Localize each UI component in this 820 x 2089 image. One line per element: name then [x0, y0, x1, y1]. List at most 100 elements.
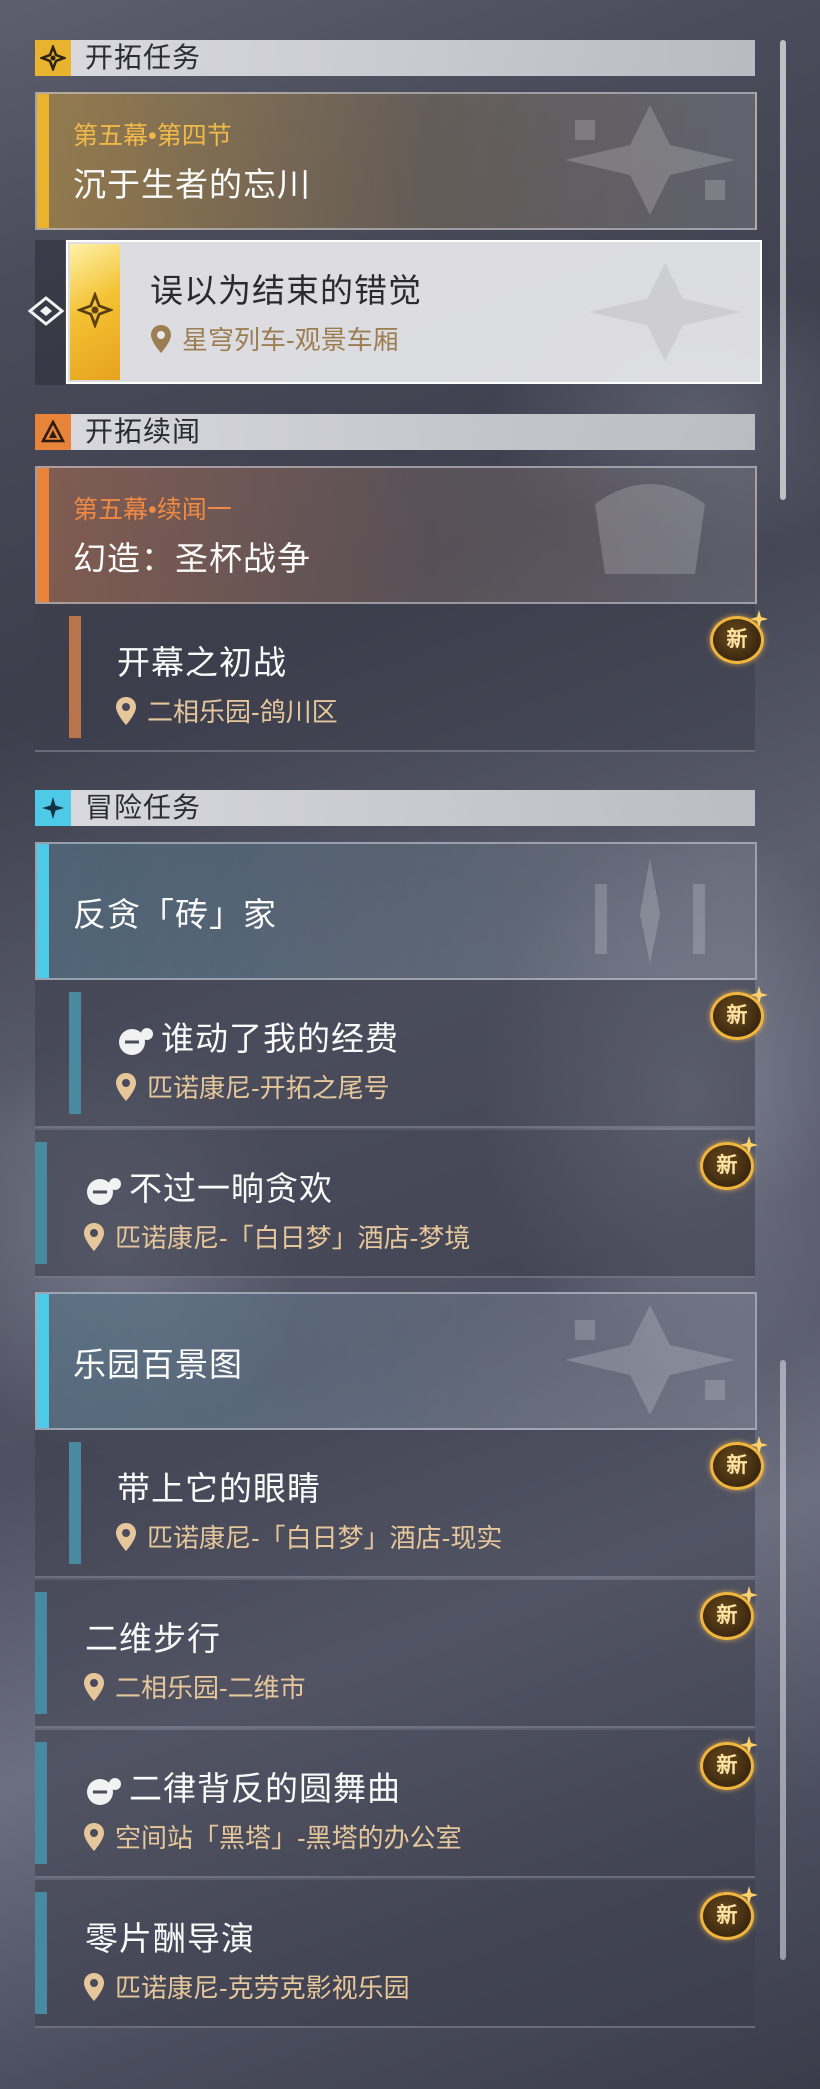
sub-mission-title: 谁动了我的经费 — [117, 1012, 399, 1060]
mission-type-icon — [119, 1028, 153, 1056]
sub-mission-title: 开幕之初战 — [117, 644, 287, 681]
trailblaze-emblem-icon — [588, 262, 742, 362]
mission-title: 零片酬导演 — [85, 1920, 255, 1957]
sub-accent-bar — [69, 616, 81, 738]
location-text: 二相乐园-二维市 — [115, 1673, 306, 1703]
scrollbar-track — [780, 1360, 786, 1960]
mission-accent-bar — [35, 1742, 47, 1864]
adventure-icon — [35, 790, 71, 826]
mission-chapter: 第五幕•第四节 — [73, 122, 232, 150]
sparkle-icon — [740, 1736, 758, 1754]
sub-accent-bar — [69, 1442, 81, 1564]
sub-accent-bar — [69, 992, 81, 1114]
location-text: 匹诺康尼-「白日梦」酒店-现实 — [147, 1523, 503, 1553]
sparkle-icon — [740, 1586, 758, 1604]
mission-accent-bar — [37, 1294, 49, 1428]
section-header-continuance: 开拓续闻 — [35, 414, 755, 450]
sub-mission-location: 匹诺康尼-「白日梦」酒店-现实 — [115, 1518, 502, 1555]
location-pin-icon — [151, 324, 171, 353]
sub-mission-location: 星穹列车-观景车厢 — [150, 320, 399, 357]
location-pin-icon — [84, 1222, 104, 1251]
sub-mission-row[interactable]: 带上它的眼睛 匹诺康尼-「白日梦」酒店-现实 — [35, 1430, 755, 1578]
mission-chapter: 第五幕•续闻一 — [73, 496, 232, 524]
continuance-icon — [35, 414, 71, 450]
selector-arrow-icon — [27, 296, 65, 326]
mission-location: 空间站「黑塔」-黑塔的办公室 — [83, 1818, 462, 1855]
new-badge: 新 — [696, 1736, 758, 1790]
mission-row[interactable]: 二维步行 二相乐园-二维市 — [35, 1580, 755, 1728]
sparkle-icon — [740, 1136, 758, 1154]
sub-mission-title: 带上它的眼睛 — [117, 1470, 321, 1507]
location-text: 二相乐园-鸽川区 — [147, 697, 338, 727]
sub-mission-row[interactable]: 谁动了我的经费 匹诺康尼-开拓之尾号 — [35, 980, 755, 1128]
scrollbar-thumb[interactable] — [780, 40, 786, 500]
active-sub-mission[interactable]: 误以为结束的错觉 星穹列车-观景车厢 — [66, 240, 762, 384]
trailblaze-emblem-icon — [565, 105, 735, 215]
mission-location: 匹诺康尼-克劳克影视乐园 — [83, 1968, 410, 2005]
section-header-trailblaze: 开拓任务 — [35, 40, 755, 76]
section-header-adventure: 冒险任务 — [35, 790, 755, 826]
mission-card-trailblaze[interactable]: 第五幕•第四节 沉于生者的忘川 — [35, 92, 757, 230]
new-badge: 新 — [696, 1586, 758, 1640]
location-pin-icon — [84, 1972, 104, 2001]
mission-accent-bar — [37, 468, 49, 602]
new-badge: 新 — [696, 1886, 758, 1940]
location-pin-icon — [84, 1822, 104, 1851]
adventure-emblem-icon — [595, 858, 705, 964]
sparkle-icon — [750, 986, 768, 1004]
mission-type-icon — [87, 1778, 121, 1806]
location-pin-icon — [84, 1672, 104, 1701]
location-text: 空间站「黑塔」-黑塔的办公室 — [115, 1823, 462, 1853]
mission-location: 二相乐园-二维市 — [83, 1668, 306, 1705]
continuance-emblem-icon — [595, 484, 705, 574]
sub-mission-location: 二相乐园-鸽川区 — [115, 692, 338, 729]
sub-mission-title-text: 谁动了我的经费 — [161, 1020, 399, 1057]
location-text: 匹诺康尼-开拓之尾号 — [147, 1073, 390, 1103]
mission-group-title: 乐园百景图 — [73, 1346, 243, 1383]
sub-mission-row[interactable]: 开幕之初战 二相乐园-鸽川区 — [35, 604, 755, 752]
new-badge: 新 — [706, 986, 768, 1040]
mission-accent-bar — [37, 844, 49, 978]
mission-group-card[interactable]: 反贪「砖」家 — [35, 842, 757, 980]
location-text: 星穹列车-观景车厢 — [182, 325, 399, 355]
mission-accent-bar — [35, 1592, 47, 1714]
sparkle-icon — [740, 1886, 758, 1904]
mission-row[interactable]: 不过一晌贪欢 匹诺康尼-「白日梦」酒店-梦境 — [35, 1130, 755, 1278]
section-title: 冒险任务 — [85, 792, 202, 823]
mission-location: 匹诺康尼-「白日梦」酒店-梦境 — [83, 1218, 470, 1255]
sparkle-icon — [750, 610, 768, 628]
active-mission-marker — [70, 244, 120, 380]
mission-title: 二律背反的圆舞曲 — [85, 1762, 401, 1810]
sparkle-icon — [750, 1436, 768, 1454]
location-pin-icon — [116, 1072, 136, 1101]
mission-title-text: 二律背反的圆舞曲 — [129, 1770, 401, 1807]
mission-group-card[interactable]: 乐园百景图 — [35, 1292, 757, 1430]
mission-accent-bar — [35, 1142, 47, 1264]
mission-row[interactable]: 二律背反的圆舞曲 空间站「黑塔」-黑塔的办公室 — [35, 1730, 755, 1878]
mission-group-title: 反贪「砖」家 — [73, 896, 277, 933]
new-badge: 新 — [706, 610, 768, 664]
section-title: 开拓任务 — [85, 42, 202, 73]
mission-accent-bar — [35, 1892, 47, 2014]
mission-accent-bar — [37, 94, 49, 228]
mission-title: 幻造：圣杯战争 — [73, 540, 311, 577]
mission-title-text: 不过一晌贪欢 — [129, 1170, 333, 1207]
mission-row[interactable]: 零片酬导演 匹诺康尼-克劳克影视乐园 — [35, 1880, 755, 2028]
location-pin-icon — [116, 696, 136, 725]
trailblaze-icon — [35, 40, 71, 76]
location-pin-icon — [116, 1522, 136, 1551]
new-badge: 新 — [696, 1136, 758, 1190]
section-title: 开拓续闻 — [85, 416, 202, 447]
sub-mission-title: 误以为结束的错觉 — [150, 272, 422, 309]
mission-title: 不过一晌贪欢 — [85, 1162, 333, 1210]
mission-type-icon — [87, 1178, 121, 1206]
location-text: 匹诺康尼-「白日梦」酒店-梦境 — [115, 1223, 471, 1253]
new-badge: 新 — [706, 1436, 768, 1490]
sub-mission-location: 匹诺康尼-开拓之尾号 — [115, 1068, 390, 1105]
mission-title: 沉于生者的忘川 — [73, 166, 311, 203]
trailblaze-emblem-icon — [565, 1305, 735, 1415]
mission-card-continuance[interactable]: 第五幕•续闻一 幻造：圣杯战争 — [35, 466, 757, 604]
location-text: 匹诺康尼-克劳克影视乐园 — [115, 1973, 410, 2003]
mission-title: 二维步行 — [85, 1620, 221, 1657]
trailblaze-icon — [77, 292, 113, 328]
